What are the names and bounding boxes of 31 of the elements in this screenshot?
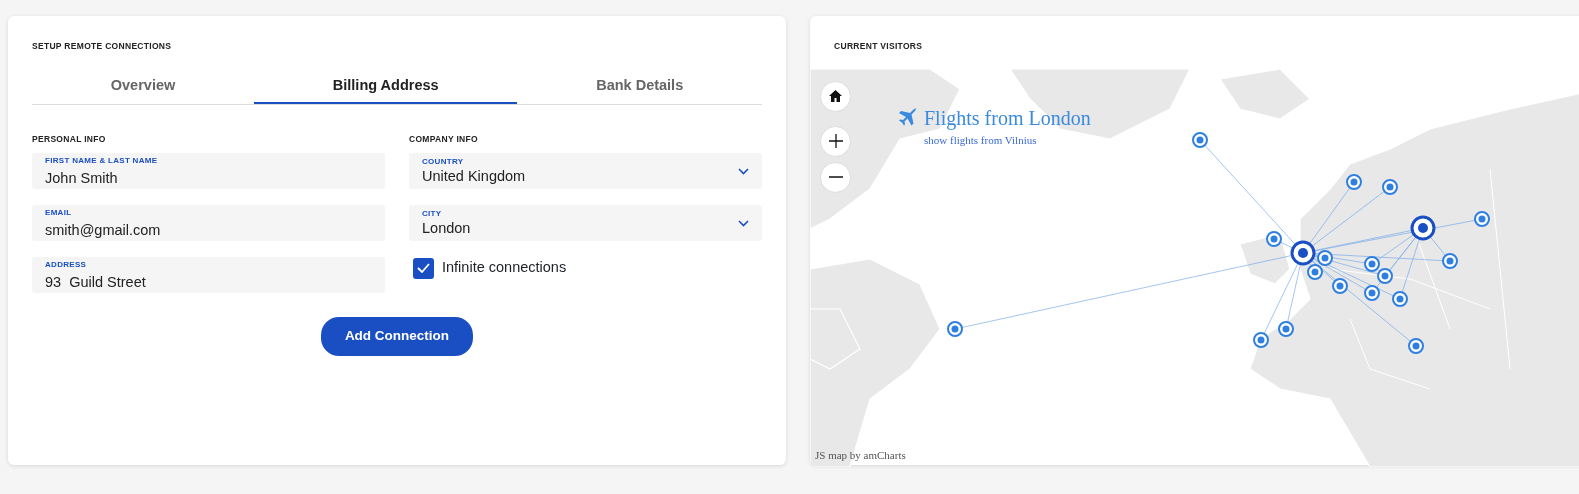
field-label: ADDRESS: [45, 260, 88, 271]
field-label: EMAIL: [45, 208, 73, 219]
text-field[interactable]: ADDRESS 93 Guild Street: [32, 257, 385, 294]
map-credit: JS map by amCharts: [815, 448, 906, 464]
minus-icon: [827, 176, 844, 179]
dropdown-field[interactable]: CITY London: [409, 205, 762, 242]
tab[interactable]: Overview: [32, 68, 255, 104]
plus-icon: [827, 133, 844, 150]
airplane-icon: [898, 107, 918, 128]
map-link[interactable]: show flights from Vilnius: [924, 131, 1037, 149]
tab[interactable]: Billing Address: [254, 68, 518, 104]
panel-title: SETUP REMOTE CONNECTIONS: [32, 40, 173, 53]
field-label: FIRST NAME & LAST NAME: [45, 156, 159, 167]
checkbox[interactable]: [413, 257, 434, 279]
text-input[interactable]: John Smith: [45, 169, 372, 189]
add-connection-button[interactable]: Add Connection: [320, 317, 474, 356]
section-heading: PERSONAL INFO: [32, 132, 107, 146]
checkbox-label: Infinite connections: [442, 258, 567, 278]
dropdown-field[interactable]: COUNTRY United Kingdom: [409, 153, 762, 190]
map-title: Flights from London: [924, 105, 1091, 132]
text-field[interactable]: FIRST NAME & LAST NAME John Smith: [32, 153, 385, 190]
text-field[interactable]: EMAIL smith@gmail.com: [32, 205, 385, 242]
tab[interactable]: Bank Details: [517, 68, 762, 104]
section-heading: COMPANY INFO: [409, 132, 479, 146]
chevron-down-icon: [738, 168, 749, 176]
checkmark-icon: [417, 263, 430, 274]
panel-title: CURRENT VISITORS: [833, 40, 924, 53]
text-input[interactable]: 93 Guild Street: [45, 273, 372, 293]
text-input[interactable]: smith@gmail.com: [45, 221, 372, 241]
chevron-down-icon: [738, 220, 749, 228]
home-icon: [828, 89, 843, 104]
